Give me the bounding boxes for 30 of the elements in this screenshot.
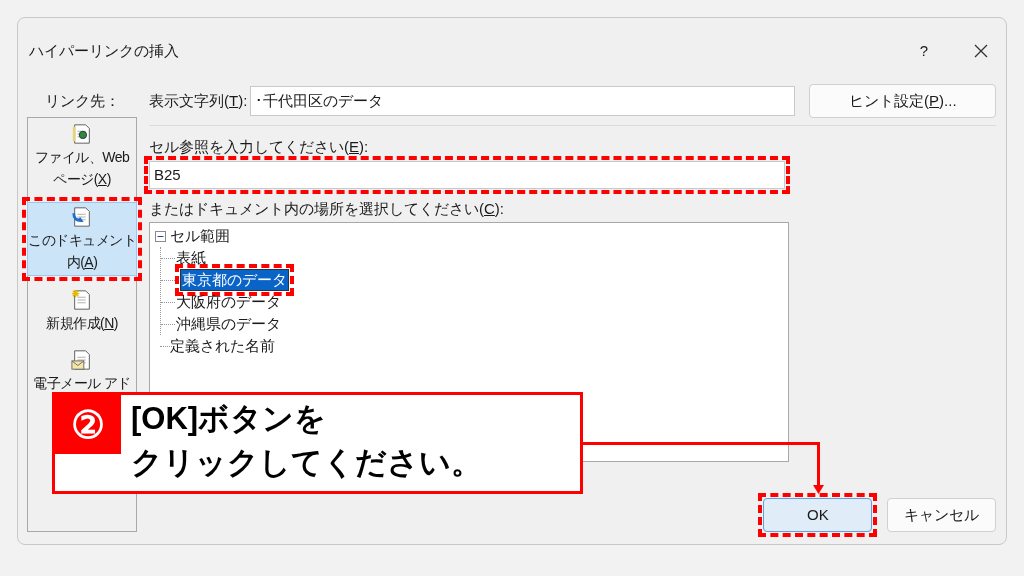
hint-button[interactable]: ヒント設定(P)... [809,84,997,118]
cell-reference-label: セル参照を入力してください(E): [149,137,370,157]
cell-reference-field[interactable]: B25 [149,161,785,189]
callout-text: クリックしてください。 [131,444,482,482]
new-document-icon [71,288,93,312]
cancel-button[interactable]: キャンセル [887,498,997,532]
document-envelope-icon [71,348,93,372]
document-globe-icon [71,122,93,146]
tree-item[interactable]: セル範囲 [169,224,231,248]
tree-item[interactable]: 表紙 [175,248,207,268]
window-title: ハイパーリンクの挿入 [29,40,180,61]
tree-item[interactable]: 東京都のデータ [180,269,289,291]
link-type-item[interactable]: 電子メール アド [28,346,136,396]
tree-item[interactable]: 沖縄県のデータ [175,314,282,334]
place-label: またはドキュメント内の場所を選択してください(C): [149,199,505,219]
help-button[interactable]: ? [914,39,934,63]
link-type-item[interactable]: このドキュメント 内(A) [27,202,137,276]
display-text-field[interactable]: ･千代田区のデータ [250,86,796,116]
tree-item[interactable]: 大阪府のデータ [175,292,282,312]
ok-button[interactable]: OK [763,498,873,532]
link-type-item[interactable]: 新規作成(N) [28,286,136,336]
callout-text: [OK]ボタンを [131,400,328,438]
step-number: ② [71,405,105,444]
collapse-icon[interactable] [155,230,166,242]
display-text-label: 表示文字列(T): [149,90,248,111]
document-arrow-icon [71,205,93,229]
link-type-item[interactable]: ファイル、Web ページ(X) [28,120,136,192]
tree-item[interactable]: 定義された名前 [169,334,276,358]
close-icon[interactable] [974,44,988,58]
link-to-label: リンク先： [43,91,121,111]
